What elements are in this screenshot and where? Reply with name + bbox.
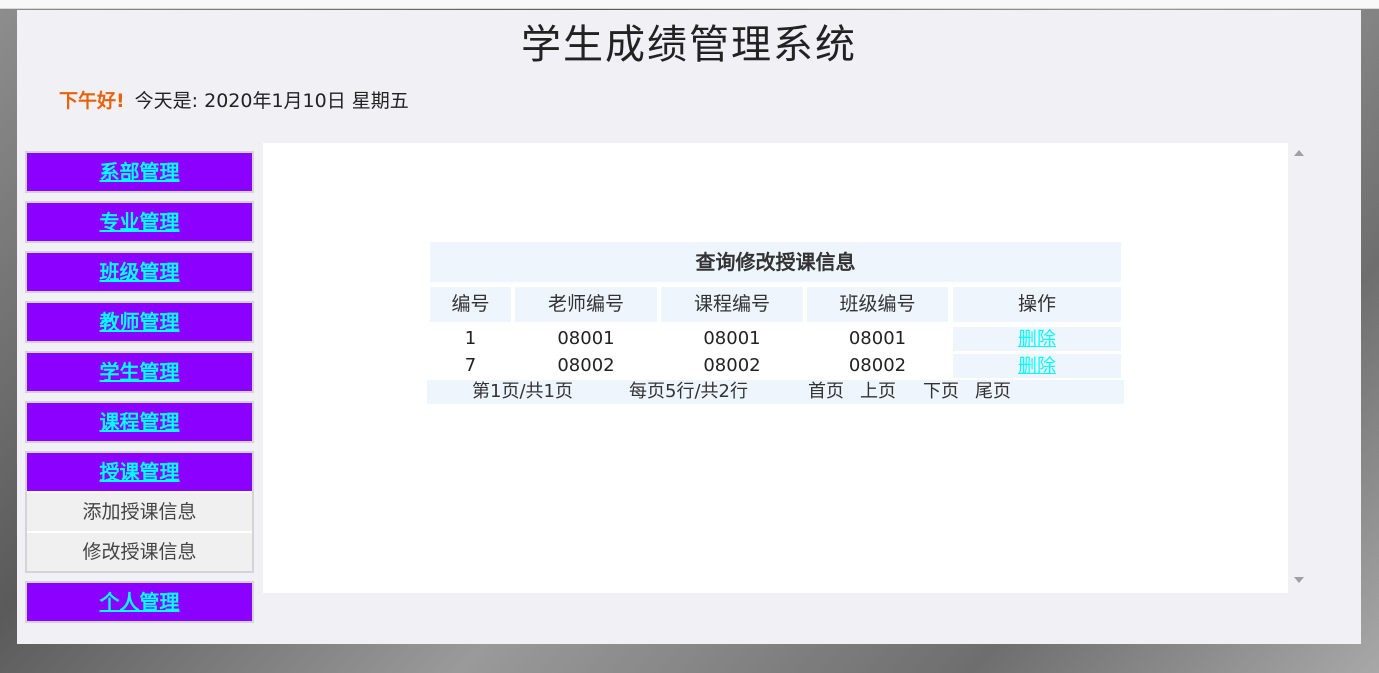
column-header-id: 编号: [430, 287, 511, 322]
menu-group-teaching: 授课管理 添加授课信息 修改授课信息: [25, 451, 254, 573]
menu-teaching-link[interactable]: 授课管理: [27, 453, 252, 491]
cell-id: 7: [464, 355, 477, 376]
scroll-down-arrow-icon[interactable]: [1294, 577, 1304, 583]
main-panel: 学生成绩管理系统 下午好! 今天是: 2020年1月10日 星期五 系部管理 专业…: [17, 10, 1361, 644]
cell-teacher-no: 08001: [557, 328, 615, 349]
column-header-course-no: 课程编号: [661, 287, 803, 322]
menu-group-class: 班级管理: [25, 251, 254, 293]
greeting-line: 下午好! 今天是: 2020年1月10日 星期五: [59, 86, 409, 113]
menu-add-teaching-item[interactable]: 添加授课信息: [27, 491, 252, 531]
greeting-text: 下午好!: [59, 90, 125, 112]
browser-top-strip: [0, 0, 1379, 9]
cell-class-no: 08001: [848, 328, 907, 349]
menu-group-student: 学生管理: [25, 351, 254, 393]
menu-class-link[interactable]: 班级管理: [27, 253, 252, 291]
menu-course-link[interactable]: 课程管理: [27, 403, 252, 441]
prev-page-link[interactable]: 上页: [860, 380, 896, 404]
page-title: 学生成绩管理系统: [521, 22, 857, 68]
cell-id: 1: [464, 328, 477, 349]
menu-group-course: 课程管理: [25, 401, 254, 443]
menu-group-teacher: 教师管理: [25, 301, 254, 343]
column-header-class-no: 班级编号: [807, 287, 948, 322]
pagination-bar: 第1页/共1页 每页5行/共2行 首页 上页 下页 尾页: [427, 380, 1124, 404]
menu-edit-teaching-item[interactable]: 修改授课信息: [27, 531, 252, 571]
cell-course-no: 08002: [703, 355, 761, 376]
date-text: 今天是: 2020年1月10日 星期五: [134, 90, 409, 112]
delete-link[interactable]: 删除: [953, 354, 1121, 378]
table-caption: 查询修改授课信息: [430, 242, 1121, 282]
sidebar-menu: 系部管理 专业管理 班级管理 教师管理 学生管理 课程管理 授课管理 添加授课信…: [25, 151, 254, 631]
next-page-link[interactable]: 下页: [923, 380, 959, 404]
page-info: 第1页/共1页: [472, 381, 573, 402]
column-header-action: 操作: [953, 287, 1121, 322]
cell-teacher-no: 08002: [557, 355, 615, 376]
scroll-up-arrow-icon[interactable]: [1294, 150, 1304, 156]
menu-teacher-link[interactable]: 教师管理: [27, 303, 252, 341]
menu-department-link[interactable]: 系部管理: [27, 153, 252, 191]
menu-student-link[interactable]: 学生管理: [27, 353, 252, 391]
menu-group-major: 专业管理: [25, 201, 254, 243]
menu-personal-link[interactable]: 个人管理: [27, 583, 252, 621]
cell-class-no: 08002: [848, 355, 907, 376]
first-page-link[interactable]: 首页: [808, 380, 844, 404]
menu-group-personal: 个人管理: [25, 581, 254, 623]
cell-course-no: 08001: [703, 328, 761, 349]
delete-link[interactable]: 删除: [953, 327, 1121, 351]
menu-major-link[interactable]: 专业管理: [27, 203, 252, 241]
content-frame: 查询修改授课信息 编号 老师编号 课程编号 班级编号 操作 1 08001 08…: [263, 143, 1288, 593]
column-header-teacher-no: 老师编号: [515, 287, 657, 322]
menu-group-department: 系部管理: [25, 151, 254, 193]
last-page-link[interactable]: 尾页: [975, 380, 1011, 404]
row-info: 每页5行/共2行: [629, 381, 748, 402]
